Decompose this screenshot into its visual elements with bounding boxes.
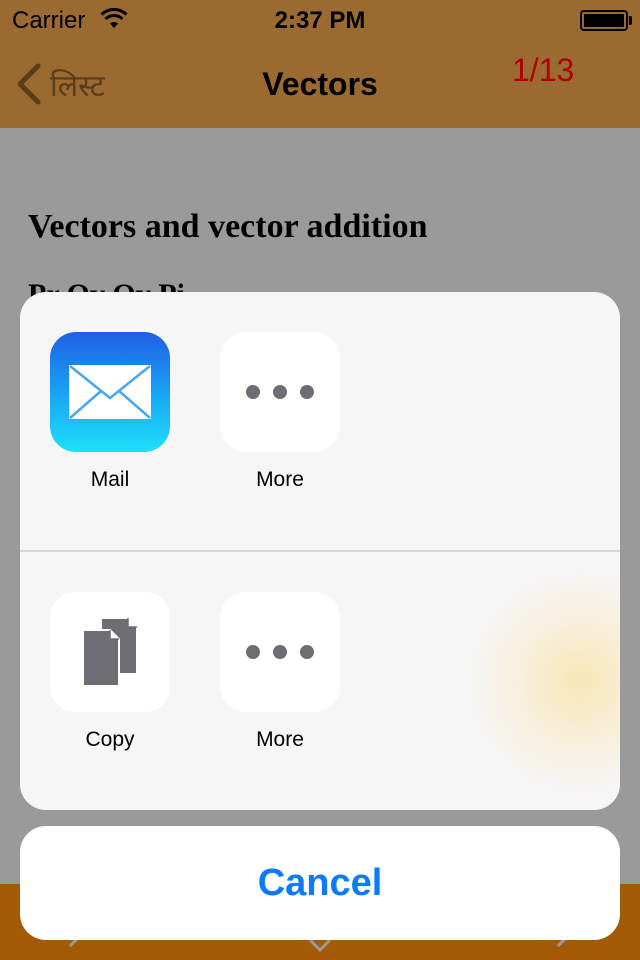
share-mail-label: Mail bbox=[90, 468, 130, 491]
share-more-actions-label: More bbox=[256, 728, 304, 751]
share-more-apps-button[interactable]: More bbox=[220, 332, 340, 492]
share-mail-button[interactable]: Mail bbox=[50, 332, 170, 492]
copy-icon bbox=[50, 592, 170, 712]
clock: 2:37 PM bbox=[274, 7, 366, 34]
share-copy-label: Copy bbox=[85, 728, 135, 751]
status-bar: Carrier 2:37 PM bbox=[0, 0, 640, 40]
share-sheet: Mail More Copy More bbox=[20, 292, 620, 810]
more-icon bbox=[220, 592, 340, 712]
share-more-apps-label: More bbox=[256, 468, 304, 491]
more-icon bbox=[220, 332, 340, 452]
document-heading: Vectors and vector addition bbox=[28, 208, 428, 245]
mail-icon bbox=[50, 332, 170, 452]
cancel-button[interactable]: Cancel bbox=[20, 826, 620, 940]
share-more-actions-button[interactable]: More bbox=[220, 592, 340, 752]
share-copy-button[interactable]: Copy bbox=[50, 592, 170, 752]
share-actions-row: Copy More bbox=[20, 552, 620, 810]
page-counter: 1/13 bbox=[512, 52, 575, 88]
navigation-bar: Carrier 2:37 PM लिस्ट Vectors 1/13 bbox=[0, 0, 640, 128]
share-apps-row: Mail More bbox=[20, 292, 620, 551]
battery-icon bbox=[580, 10, 628, 31]
battery-tip bbox=[629, 16, 632, 25]
